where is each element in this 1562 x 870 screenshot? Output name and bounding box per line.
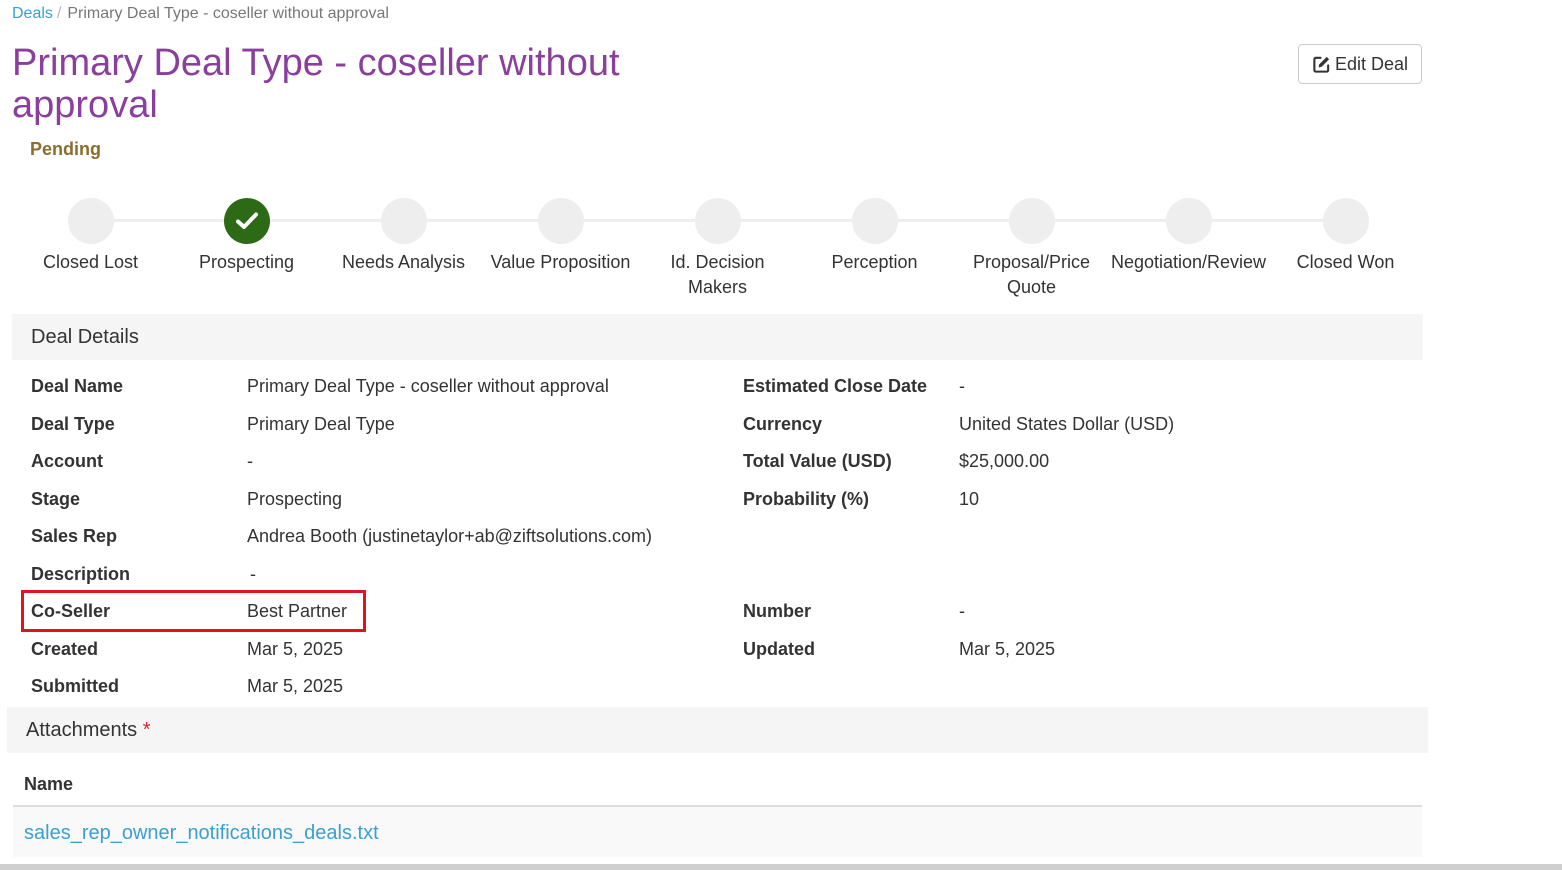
description-label: Description	[31, 564, 131, 584]
attachments-column-name: Name	[24, 774, 74, 794]
stage-label: Proposal/Price Quote	[972, 252, 1091, 297]
created-label: Created	[31, 639, 99, 659]
stage-circle[interactable]	[694, 198, 741, 244]
stage-label: Prospecting	[198, 252, 295, 272]
created-value: Mar 5, 2025	[247, 639, 344, 659]
stage-label: Perception	[831, 252, 918, 272]
stage-circle-complete[interactable]	[223, 198, 270, 244]
currency-value: United States Dollar (USD)	[959, 414, 1175, 434]
number-label: Number	[743, 601, 812, 621]
stage-circle[interactable]	[380, 198, 427, 244]
deal-detail-page: Deals / Primary Deal Type - coseller witho…	[0, 0, 1562, 870]
attachment-file-link[interactable]: sales_rep_owner_notifications_deals.txt	[24, 821, 379, 845]
stage-label: Needs Analysis	[341, 252, 466, 272]
deal-details-header: Deal Details	[12, 314, 1423, 360]
updated-value: Mar 5, 2025	[959, 639, 1056, 659]
stage-closed-won[interactable]: Closed Won	[1267, 198, 1424, 275]
updated-label: Updated	[743, 639, 815, 659]
stage-negotiation-review[interactable]: Negotiation/Review	[1110, 198, 1267, 275]
description-value: -	[250, 564, 256, 584]
edit-deal-label: Edit Deal	[1334, 53, 1409, 74]
stage-label: Value Proposition	[490, 252, 631, 272]
stage-label: Closed Won	[1296, 252, 1395, 272]
stage-label: Negotiation/Review	[1110, 252, 1267, 272]
edit-deal-button[interactable]: Edit Deal	[1298, 44, 1422, 84]
stage-circle[interactable]	[1165, 198, 1212, 244]
stage-circle[interactable]	[1322, 198, 1369, 244]
total-value-label: Total Value (USD)	[743, 451, 892, 471]
stage-label: Id. Decision Makers	[670, 252, 765, 297]
stage-circle[interactable]	[67, 198, 114, 244]
stage-circle[interactable]	[851, 198, 898, 244]
stage-prospecting[interactable]: Prospecting	[168, 198, 325, 275]
estimated-close-date-label: Estimated Close Date	[743, 376, 928, 396]
page-title: Primary Deal Type - coseller without app…	[12, 42, 620, 126]
stage-needs-analysis[interactable]: Needs Analysis	[325, 198, 482, 275]
stage-label: Closed Lost	[42, 252, 139, 272]
stage-decision-makers[interactable]: Id. Decision Makers	[639, 198, 796, 300]
stage-value-proposition[interactable]: Value Proposition	[482, 198, 639, 275]
horizontal-scrollbar[interactable]	[0, 864, 1562, 870]
co-seller-value: Best Partner	[247, 601, 348, 621]
probability-label: Probability (%)	[743, 489, 870, 509]
attachments-header: Attachments *	[7, 707, 1428, 753]
stage-field-value: Prospecting	[247, 489, 343, 509]
breadcrumb-deals-link[interactable]: Deals	[12, 5, 53, 22]
table-row: sales_rep_owner_notifications_deals.txt	[13, 807, 1422, 857]
required-marker: *	[142, 719, 151, 741]
estimated-close-date-value: -	[959, 376, 965, 396]
probability-value: 10	[959, 489, 980, 509]
submitted-value: Mar 5, 2025	[247, 676, 344, 696]
deal-type-label: Deal Type	[31, 414, 115, 434]
stage-perception[interactable]: Perception	[796, 198, 953, 275]
total-value-value: $25,000.00	[959, 451, 1050, 471]
stage-field-label: Stage	[31, 489, 81, 509]
stage-circle[interactable]	[537, 198, 584, 244]
sales-rep-label: Sales Rep	[31, 526, 118, 546]
stage-circle[interactable]	[1008, 198, 1055, 244]
number-value: -	[959, 601, 965, 621]
status-badge: Pending	[30, 139, 101, 159]
account-label: Account	[31, 451, 103, 471]
stage-progress: Closed Lost Prospecting Needs Analysis V…	[12, 198, 1424, 308]
co-seller-label: Co-Seller	[31, 601, 111, 621]
deal-name-value: Primary Deal Type - coseller without app…	[247, 376, 609, 396]
attachments-title: Attachments	[26, 719, 138, 741]
deal-type-value: Primary Deal Type	[247, 414, 395, 434]
breadcrumb: Deals / Primary Deal Type - coseller witho…	[12, 4, 389, 24]
stage-closed-lost[interactable]: Closed Lost	[12, 198, 169, 275]
account-value: -	[247, 451, 253, 471]
currency-label: Currency	[743, 414, 823, 434]
submitted-label: Submitted	[31, 676, 119, 696]
stage-proposal-price-quote[interactable]: Proposal/Price Quote	[953, 198, 1110, 300]
sales-rep-value: Andrea Booth (justinetaylor+ab@ziftsolut…	[247, 526, 652, 546]
deal-name-label: Deal Name	[31, 376, 124, 396]
edit-square-icon	[1312, 55, 1331, 74]
breadcrumb-separator: /	[56, 5, 62, 22]
breadcrumb-current: Primary Deal Type - coseller without app…	[67, 5, 389, 22]
